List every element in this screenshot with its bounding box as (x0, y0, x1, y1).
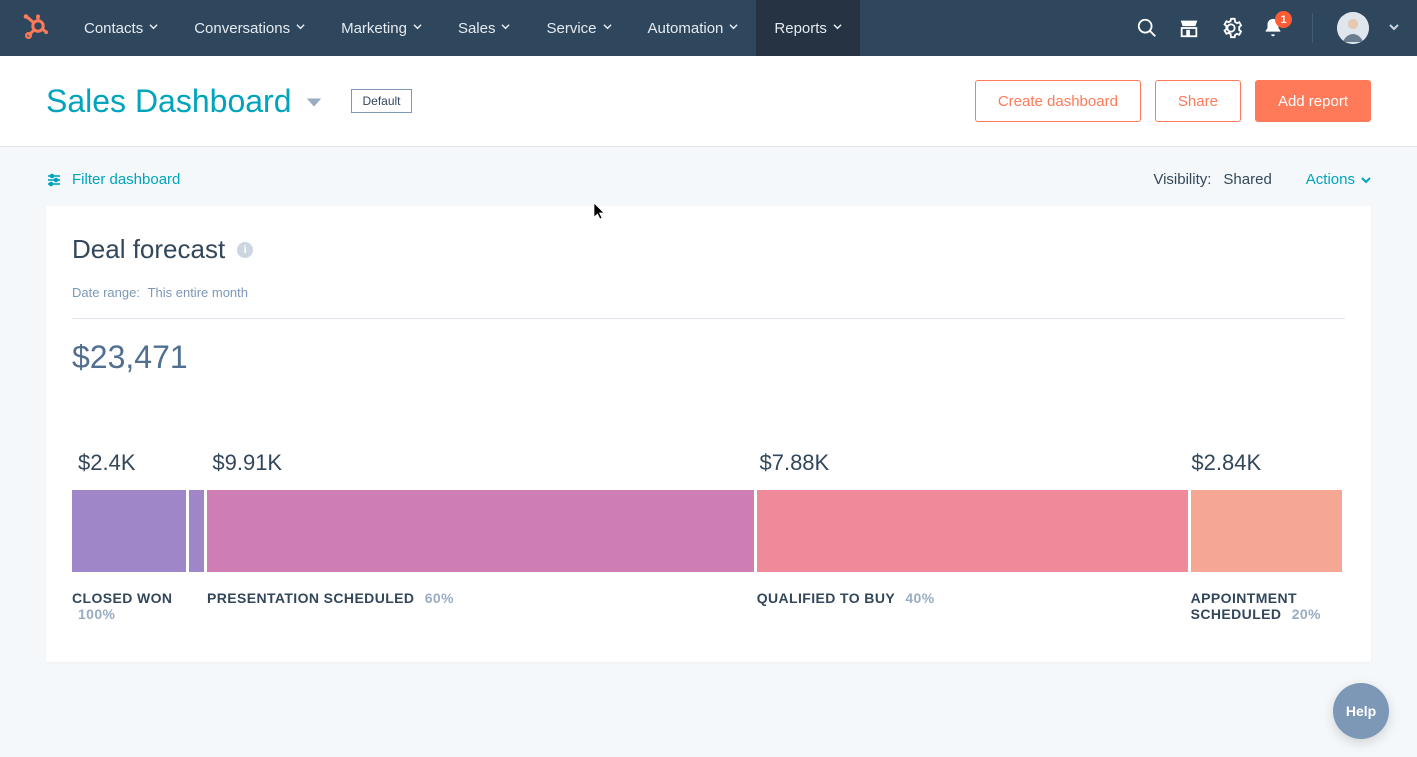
sprocket-icon (20, 14, 48, 42)
funnel-chart: $2.4K$9.91K$7.88K$2.84K CLOSED WON 100%P… (72, 450, 1345, 622)
visibility-label: Visibility: (1153, 171, 1211, 188)
filter-dashboard-label: Filter dashboard (72, 171, 180, 188)
stage-pct: 60% (425, 590, 454, 606)
chevron-down-icon (833, 22, 842, 34)
add-report-button[interactable]: Add report (1255, 80, 1371, 122)
nav-item-label: Conversations (194, 20, 290, 37)
nav-item-label: Reports (774, 20, 827, 37)
funnel-value: $9.91K (212, 450, 759, 476)
stage-pct: 20% (1292, 606, 1321, 622)
funnel-bar-segment[interactable] (72, 490, 204, 572)
funnel-stage-label: APPOINTMENT SCHEDULED 20% (1191, 590, 1345, 622)
stage-name: QUALIFIED TO BUY (757, 590, 895, 606)
stage-name: APPOINTMENT SCHEDULED (1191, 590, 1297, 622)
notification-badge: 1 (1275, 11, 1292, 28)
nav-item-label: Marketing (341, 20, 407, 37)
filter-icon (46, 172, 62, 188)
nav-item-label: Service (546, 20, 596, 37)
actions-dropdown[interactable]: Actions (1306, 171, 1371, 188)
info-icon[interactable]: i (237, 242, 253, 258)
visibility-value: Shared (1223, 171, 1271, 188)
stage-name: PRESENTATION SCHEDULED (207, 590, 414, 606)
page-header: Sales Dashboard Default Create dashboard… (0, 56, 1417, 147)
settings-icon[interactable] (1220, 17, 1242, 39)
card-title-text: Deal forecast (72, 234, 225, 265)
funnel-value: $2.4K (78, 450, 212, 476)
chevron-down-icon (729, 22, 738, 34)
nav-items: Contacts Conversations Marketing Sales Servi… (66, 0, 860, 56)
hubspot-logo[interactable] (20, 14, 48, 42)
funnel-stage-label: QUALIFIED TO BUY 40% (757, 590, 1191, 622)
header-actions: Create dashboard Share Add report (975, 80, 1371, 122)
funnel-bar-segment[interactable] (757, 490, 1188, 572)
nav-item-conversations[interactable]: Conversations (176, 0, 323, 56)
title-caret-icon (305, 83, 323, 120)
dashboard-title-text: Sales Dashboard (46, 83, 291, 120)
marketplace-icon[interactable] (1178, 17, 1200, 39)
funnel-value: $2.84K (1191, 450, 1345, 476)
nav-item-label: Automation (648, 20, 724, 37)
notifications-icon[interactable]: 1 (1262, 17, 1284, 39)
chevron-down-icon (296, 22, 305, 34)
subbar-right: Visibility: Shared Actions (1153, 171, 1371, 188)
funnel-bar-segment[interactable] (1191, 490, 1342, 572)
stage-pct: 40% (905, 590, 934, 606)
chevron-down-icon (413, 22, 422, 34)
nav-item-contacts[interactable]: Contacts (66, 0, 176, 56)
user-avatar[interactable] (1337, 12, 1369, 44)
funnel-bars-row (72, 490, 1345, 572)
share-button[interactable]: Share (1155, 80, 1241, 122)
create-dashboard-button[interactable]: Create dashboard (975, 80, 1141, 122)
nav-item-sales[interactable]: Sales (440, 0, 529, 56)
deal-forecast-card: Deal forecast i Date range: This entire … (46, 206, 1371, 662)
dashboard-title[interactable]: Sales Dashboard (46, 83, 323, 120)
date-range: Date range: This entire month (72, 285, 1345, 319)
subbar: Filter dashboard Visibility: Shared Acti… (0, 147, 1417, 206)
funnel-stage-label: PRESENTATION SCHEDULED 60% (207, 590, 757, 622)
date-range-value: This entire month (148, 285, 248, 300)
card-title: Deal forecast i (72, 234, 1345, 265)
funnel-bar-segment[interactable] (207, 490, 754, 572)
chevron-down-icon (149, 22, 158, 34)
nav-item-label: Contacts (84, 20, 143, 37)
funnel-stage-label: CLOSED WON 100% (72, 590, 207, 622)
stage-pct: 100% (78, 606, 115, 622)
funnel-value: $7.88K (759, 450, 1191, 476)
nav-item-marketing[interactable]: Marketing (323, 0, 440, 56)
chevron-down-icon (603, 22, 612, 34)
stage-name: CLOSED WON (72, 590, 172, 606)
nav-right: 1 (1136, 12, 1399, 44)
search-icon[interactable] (1136, 17, 1158, 39)
date-range-label: Date range: (72, 285, 140, 300)
nav-item-service[interactable]: Service (528, 0, 629, 56)
chevron-down-icon (501, 22, 510, 34)
account-caret-icon[interactable] (1389, 19, 1399, 37)
chevron-down-icon (1389, 22, 1399, 32)
funnel-values-row: $2.4K$9.91K$7.88K$2.84K (72, 450, 1345, 490)
nav-item-reports[interactable]: Reports (756, 0, 860, 56)
filter-dashboard-button[interactable]: Filter dashboard (46, 171, 180, 188)
forecast-total: $23,471 (72, 339, 1345, 376)
actions-label: Actions (1306, 171, 1355, 188)
help-button[interactable]: Help (1333, 683, 1389, 739)
funnel-labels-row: CLOSED WON 100%PRESENTATION SCHEDULED 60… (72, 590, 1345, 622)
top-nav: Contacts Conversations Marketing Sales Servi… (0, 0, 1417, 56)
default-badge: Default (351, 89, 411, 113)
nav-divider (1312, 13, 1313, 43)
nav-item-label: Sales (458, 20, 496, 37)
nav-item-automation[interactable]: Automation (630, 0, 757, 56)
chevron-down-icon (1361, 175, 1371, 185)
